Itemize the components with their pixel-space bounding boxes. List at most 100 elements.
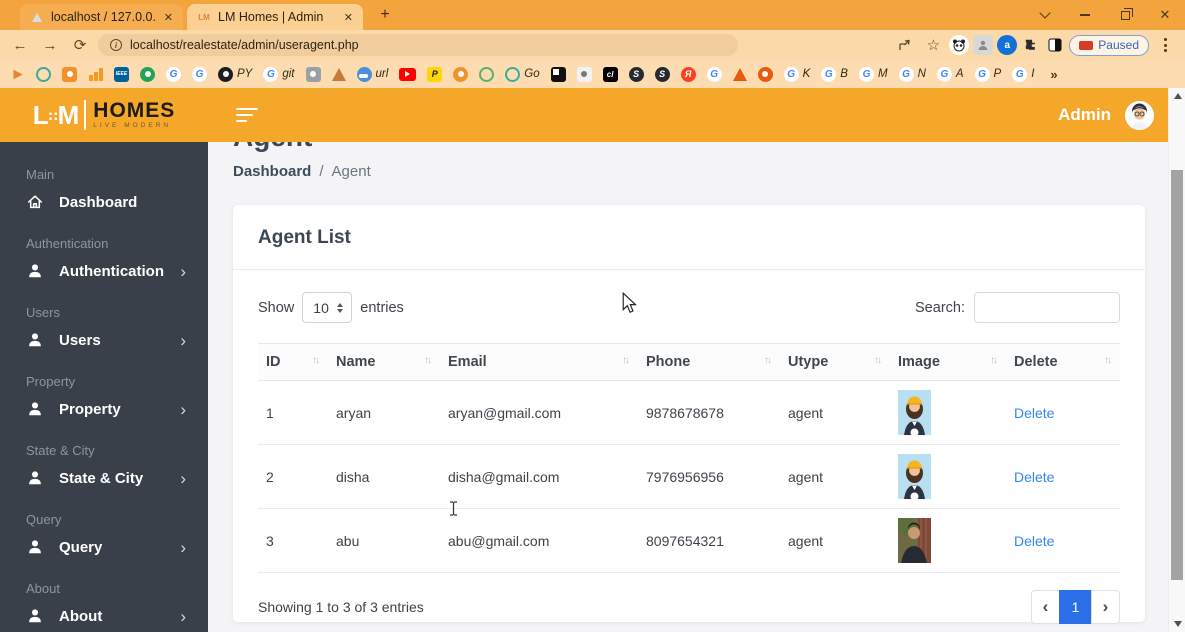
card-title: Agent List	[233, 205, 1145, 270]
app-body: Main Dashboard Authentication Authentica…	[0, 142, 1168, 632]
bookmark-p-yellow[interactable]: P	[424, 67, 445, 82]
column-header-id[interactable]: ID↑↓	[258, 344, 328, 381]
bookmark-orange-badge[interactable]	[59, 67, 80, 82]
browser-toolbar: ← → ⟳ i localhost/realestate/admin/usera…	[0, 30, 1185, 60]
bookmark-analytics[interactable]	[85, 67, 106, 82]
bookmarks-overflow-icon[interactable]: »	[1050, 67, 1057, 82]
bookmark-yandex[interactable]: Я	[678, 67, 699, 82]
sidebar-item-dashboard[interactable]: Dashboard	[0, 185, 208, 219]
bookmark-ieee[interactable]: IEEE	[111, 67, 132, 82]
delete-link[interactable]: Delete	[1014, 469, 1054, 485]
column-header-email[interactable]: Email↑↓	[440, 344, 638, 381]
bookmark-green-circle[interactable]	[137, 67, 158, 82]
bookmark-google-i[interactable]: GI	[1009, 67, 1037, 82]
forward-icon[interactable]: →	[38, 33, 62, 57]
window-chevron-icon[interactable]	[1025, 0, 1065, 30]
bookmark-green-ring[interactable]	[476, 67, 497, 82]
delete-link[interactable]: Delete	[1014, 533, 1054, 549]
close-button[interactable]: ✕	[1145, 0, 1185, 30]
tab-close-icon[interactable]: ✕	[164, 11, 173, 24]
tab-lm-homes-admin[interactable]: LM LM Homes | Admin ✕	[187, 4, 363, 30]
sidebar-item-users[interactable]: Users ›	[0, 323, 208, 357]
back-icon[interactable]: ←	[8, 33, 32, 57]
sidebar-item-state-city[interactable]: State & City ›	[0, 461, 208, 495]
bookmark-url-shortener[interactable]: url	[354, 67, 392, 82]
share-icon[interactable]	[893, 33, 917, 57]
search-input[interactable]	[974, 292, 1120, 323]
table-info: Showing 1 to 3 of 3 entries	[258, 599, 424, 615]
bookmark-go[interactable]: Go	[502, 67, 542, 82]
sidebar-toggle-icon[interactable]	[236, 108, 258, 123]
page-title: Agent	[233, 142, 1145, 153]
restore-button[interactable]	[1105, 0, 1145, 30]
female-agent-hardhat-avatar	[898, 390, 931, 435]
site-info-icon[interactable]: i	[110, 39, 122, 51]
bookmark-cl[interactable]: cl	[600, 67, 621, 82]
lm-homes-logo[interactable]: L∷M HOMES LIVE MODERN	[33, 100, 176, 131]
browser-menu-icon[interactable]	[1153, 38, 1177, 52]
reload-icon[interactable]: ⟳	[68, 33, 92, 57]
column-header-name[interactable]: Name↑↓	[328, 344, 440, 381]
column-header-delete[interactable]: Delete↑↓	[1006, 344, 1120, 381]
delete-link[interactable]: Delete	[1014, 405, 1054, 421]
bookmark-crow[interactable]	[548, 67, 569, 82]
bookmark-github-py[interactable]: PY	[215, 67, 255, 82]
sidebar-item-property[interactable]: Property ›	[0, 392, 208, 426]
bookmark-google-p[interactable]: GP	[972, 67, 1005, 82]
bookmark-s-dark-1[interactable]: S	[626, 67, 647, 82]
bookmark-google-a[interactable]: GA	[934, 67, 967, 82]
sidebar-item-authentication[interactable]: Authentication ›	[0, 254, 208, 288]
tab-phpmyadmin[interactable]: localhost / 127.0.0.1 / developers ✕	[20, 4, 183, 30]
scrollbar-thumb[interactable]	[1171, 170, 1183, 580]
cell-email: aryan@gmail.com	[440, 381, 638, 445]
extension-profile-icon[interactable]	[973, 35, 993, 55]
address-bar[interactable]: i localhost/realestate/admin/useragent.p…	[98, 34, 738, 56]
sidebar-item-query[interactable]: Query ›	[0, 530, 208, 564]
bookmark-star-icon[interactable]: ☆	[921, 33, 945, 57]
admin-avatar[interactable]	[1125, 101, 1154, 130]
bookmark-matlab[interactable]	[730, 68, 750, 81]
bookmark-google-1[interactable]: G	[163, 67, 184, 82]
bookmark-google-n[interactable]: GN	[896, 67, 929, 82]
bookmark-teal-ring[interactable]	[33, 67, 54, 82]
bookmark-phpmyadmin[interactable]	[329, 68, 349, 81]
scroll-down-icon[interactable]	[1169, 616, 1185, 632]
breadcrumb-dashboard[interactable]: Dashboard	[233, 163, 311, 180]
bookmark-google-b[interactable]: GB	[818, 67, 851, 82]
bookmark-google-m[interactable]: GM	[856, 67, 891, 82]
window-controls: ✕	[1025, 0, 1185, 30]
pagination-prev-icon[interactable]: ‹	[1031, 590, 1060, 624]
extension-a-icon[interactable]: a	[997, 35, 1017, 55]
column-header-utype[interactable]: Utype↑↓	[780, 344, 890, 381]
admin-menu[interactable]: Admin	[1058, 105, 1111, 125]
bookmark-gray-badge[interactable]	[303, 67, 324, 82]
bookmark-s-dark-2[interactable]: S	[652, 67, 673, 82]
column-header-phone[interactable]: Phone↑↓	[638, 344, 780, 381]
pagination-page-1[interactable]: 1	[1059, 590, 1092, 624]
bookmark-google-3[interactable]: G	[704, 67, 725, 82]
logo-area: L∷M HOMES LIVE MODERN	[0, 100, 208, 131]
extension-dark-square-icon[interactable]	[1045, 35, 1065, 55]
page-length-select[interactable]: 10	[302, 292, 352, 323]
bookmark-google-git[interactable]: Ggit	[260, 67, 297, 82]
bookmark-figure[interactable]	[574, 67, 595, 82]
scroll-up-icon[interactable]	[1169, 88, 1185, 104]
extension-panda-icon[interactable]	[949, 35, 969, 55]
page-scrollbar[interactable]	[1168, 88, 1185, 632]
minimize-button[interactable]	[1065, 0, 1105, 30]
new-tab-button[interactable]: +	[373, 3, 397, 27]
bookmark-orange-figure[interactable]	[450, 67, 471, 82]
cell-utype: agent	[780, 445, 890, 509]
bookmark-eye[interactable]	[755, 67, 776, 82]
pagination-next-icon[interactable]: ›	[1091, 590, 1120, 624]
bookmark-arrow[interactable]	[8, 68, 28, 81]
bookmark-google-2[interactable]: G	[189, 67, 210, 82]
sidebar-item-about[interactable]: About ›	[0, 599, 208, 632]
paused-extension-badge[interactable]: Paused	[1069, 35, 1149, 56]
tab-close-icon[interactable]: ✕	[344, 11, 353, 24]
header-right: Admin	[1058, 101, 1168, 130]
bookmark-youtube[interactable]	[396, 68, 419, 81]
column-header-image[interactable]: Image↑↓	[890, 344, 1006, 381]
bookmark-google-k[interactable]: GK	[781, 67, 814, 82]
extensions-puzzle-icon[interactable]	[1021, 35, 1041, 55]
